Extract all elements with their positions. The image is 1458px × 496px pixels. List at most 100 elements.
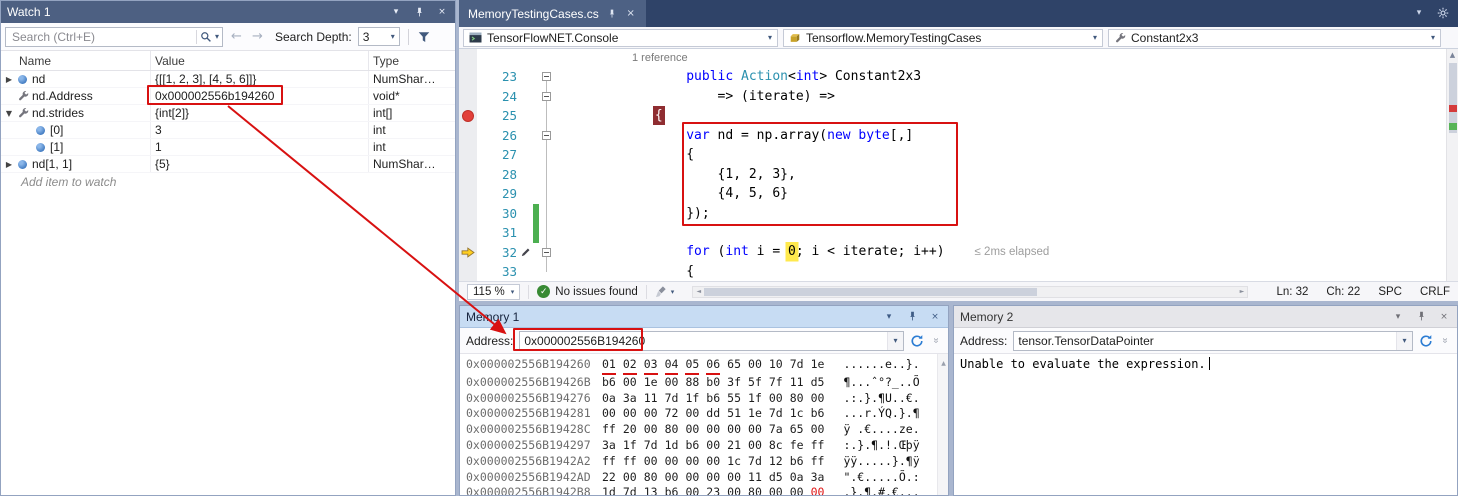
code-text[interactable]: for (int i = 0; i < iterate; i++)≤ 2ms e… xyxy=(553,242,1446,263)
pin-icon[interactable] xyxy=(606,8,618,20)
search-icon[interactable] xyxy=(200,31,212,43)
window-position-icon[interactable]: ▾ xyxy=(389,5,403,19)
code-line[interactable]: 23 public Action<int> Constant2x3 xyxy=(459,67,1446,87)
watch-value[interactable]: 0x000002556b194260 xyxy=(151,88,369,104)
code-text[interactable]: }); xyxy=(553,204,1446,224)
add-watch-row[interactable]: Add item to watch xyxy=(1,173,455,190)
code-line[interactable]: 24 => (iterate) => xyxy=(459,87,1446,107)
issues-indicator[interactable]: ✓ No issues found xyxy=(537,285,637,298)
code-line[interactable]: 30 }); xyxy=(459,204,1446,224)
chevron-down-icon[interactable]: ▾ xyxy=(1396,332,1412,350)
toolbar-overflow-icon[interactable]: » xyxy=(931,335,942,347)
memory-row[interactable]: 0x000002556B1942810000007200dd511e7d1cb6… xyxy=(466,406,934,422)
memory-row[interactable]: 0x000002556B1942A2ffff000000001c7d12b6ff… xyxy=(466,454,934,470)
watch-value[interactable]: {5} xyxy=(151,156,369,172)
code-text[interactable]: { xyxy=(553,106,1446,126)
outline-collapse-icon[interactable] xyxy=(542,72,551,81)
watch-row[interactable]: [1]1int xyxy=(1,139,455,156)
address-input[interactable] xyxy=(520,332,887,350)
close-icon[interactable]: × xyxy=(625,8,637,20)
pin-icon[interactable] xyxy=(905,310,919,324)
tab-memorytestingcases[interactable]: MemoryTestingCases.cs × xyxy=(459,0,646,27)
window-position-icon[interactable]: ▾ xyxy=(1391,310,1405,324)
search-input[interactable] xyxy=(12,30,193,44)
code-editor[interactable]: 1 reference23 public Action<int> Constan… xyxy=(459,49,1446,281)
code-line[interactable]: 31 xyxy=(459,223,1446,243)
watch-row[interactable]: [0]3int xyxy=(1,122,455,139)
breakpoint-icon[interactable] xyxy=(462,110,474,122)
code-line[interactable]: 27 { xyxy=(459,145,1446,165)
watch-row[interactable]: ▶nd{[[1, 2, 3], [4, 5, 6]]}NumShar… xyxy=(1,71,455,88)
chevron-down-icon[interactable]: ▾ xyxy=(215,32,219,41)
close-icon[interactable]: × xyxy=(1437,310,1451,324)
memory-row[interactable]: 0x000002556B1942AD2200800000000011d50a3a… xyxy=(466,470,934,486)
expander-collapsed-icon[interactable]: ▶ xyxy=(3,75,15,84)
watch-value[interactable]: {[[1, 2, 3], [4, 5, 6]]} xyxy=(151,71,369,87)
close-icon[interactable]: × xyxy=(435,5,449,19)
close-icon[interactable]: × xyxy=(928,310,942,324)
address-input[interactable] xyxy=(1014,332,1396,350)
memory2-header[interactable]: Memory 2 ▾ × xyxy=(954,306,1457,328)
search-box[interactable]: ▾ xyxy=(5,27,223,47)
filter-icon[interactable] xyxy=(417,30,431,44)
chevron-down-icon[interactable]: ▾ xyxy=(887,332,903,350)
memory-row[interactable]: 0x000002556B1942600102030405066500107d1e… xyxy=(466,357,934,375)
window-position-icon[interactable]: ▾ xyxy=(882,310,896,324)
code-line[interactable]: 28 {1, 2, 3}, xyxy=(459,165,1446,185)
scroll-right-icon[interactable]: ► xyxy=(1236,288,1247,295)
chevron-down-icon[interactable]: ▾ xyxy=(1412,6,1426,20)
memory1-content[interactable]: 0x000002556B1942600102030405066500107d1e… xyxy=(460,354,948,495)
memory-row[interactable]: 0x000002556B1942760a3a117d1fb6551f008000… xyxy=(466,391,934,407)
code-text[interactable]: { xyxy=(553,145,1446,165)
refresh-icon[interactable] xyxy=(1419,334,1433,348)
memory2-content[interactable]: Unable to evaluate the expression. xyxy=(954,354,1457,495)
scroll-left-icon[interactable]: ◄ xyxy=(693,288,704,295)
expander-collapsed-icon[interactable]: ▶ xyxy=(3,160,15,169)
scroll-up-icon[interactable]: ▲ xyxy=(938,356,948,372)
watch-value[interactable]: 1 xyxy=(151,139,369,155)
search-next-icon[interactable]: → xyxy=(250,29,265,44)
outline-collapse-icon[interactable] xyxy=(542,131,551,140)
watch-row[interactable]: ▼nd.strides{int[2]}int[] xyxy=(1,105,455,122)
column-header-type[interactable]: Type xyxy=(369,51,455,70)
search-previous-icon[interactable]: ← xyxy=(229,29,244,44)
code-cleanup-icon[interactable]: ▾ xyxy=(655,285,675,298)
column-header-name[interactable]: Name xyxy=(1,51,151,70)
address-combobox[interactable]: ▾ xyxy=(1013,331,1413,351)
code-text[interactable]: var nd = np.array(new byte[,] xyxy=(553,126,1446,146)
toolbar-overflow-icon[interactable]: » xyxy=(1440,335,1451,347)
project-dropdown[interactable]: TensorFlowNET.Console ▾ xyxy=(463,29,778,47)
code-line[interactable]: 26 var nd = np.array(new byte[,] xyxy=(459,126,1446,146)
watch-value[interactable]: 3 xyxy=(151,122,369,138)
memory-row[interactable]: 0x000002556B1942973a1f7d1db60021008cfeff… xyxy=(466,438,934,454)
watch-header[interactable]: Watch 1 ▾ × xyxy=(1,1,455,23)
code-line[interactable]: 33 { xyxy=(459,262,1446,281)
code-text[interactable]: => (iterate) => xyxy=(553,87,1446,107)
memory1-header[interactable]: Memory 1 ▾ × xyxy=(460,306,948,328)
code-line[interactable]: 32 for (int i = 0; i < iterate; i++)≤ 2m… xyxy=(459,243,1446,263)
class-dropdown[interactable]: Tensorflow.MemoryTestingCases ▾ xyxy=(783,29,1103,47)
code-text[interactable]: {4, 5, 6} xyxy=(553,184,1446,204)
member-dropdown[interactable]: Constant2x3 ▾ xyxy=(1108,29,1441,47)
zoom-select[interactable]: 115 % ▾ xyxy=(467,284,520,300)
outline-collapse-icon[interactable] xyxy=(542,92,551,101)
pin-icon[interactable] xyxy=(1414,310,1428,324)
memory-row[interactable]: 0x000002556B19428Cff200080000000007a6500… xyxy=(466,422,934,438)
watch-value[interactable]: {int[2]} xyxy=(151,105,369,121)
code-text[interactable]: { xyxy=(553,262,1446,281)
code-line[interactable]: 29 {4, 5, 6} xyxy=(459,184,1446,204)
scroll-up-icon[interactable]: ▲ xyxy=(1447,51,1458,59)
code-text[interactable]: public Action<int> Constant2x3 xyxy=(553,67,1446,87)
code-line[interactable]: 25 { xyxy=(459,106,1446,126)
indent-mode[interactable]: SPC xyxy=(1378,286,1402,298)
gear-icon[interactable] xyxy=(1436,6,1450,20)
editor-horizontal-scrollbar[interactable]: ◄ ► xyxy=(692,286,1248,298)
code-text[interactable]: {1, 2, 3}, xyxy=(553,165,1446,185)
watch-row[interactable]: ▶nd[1, 1]{5}NumShar… xyxy=(1,156,455,173)
memory-row[interactable]: 0x000002556B1942B81d7d13b600230080000000… xyxy=(466,485,934,495)
memory-row[interactable]: 0x000002556B19426Bb6001e0088b03f5f7f11d5… xyxy=(466,375,934,391)
refresh-icon[interactable] xyxy=(910,334,924,348)
outline-collapse-icon[interactable] xyxy=(542,248,551,257)
pin-icon[interactable] xyxy=(412,5,426,19)
editor-vertical-scrollbar[interactable]: ▲ xyxy=(1446,49,1458,281)
